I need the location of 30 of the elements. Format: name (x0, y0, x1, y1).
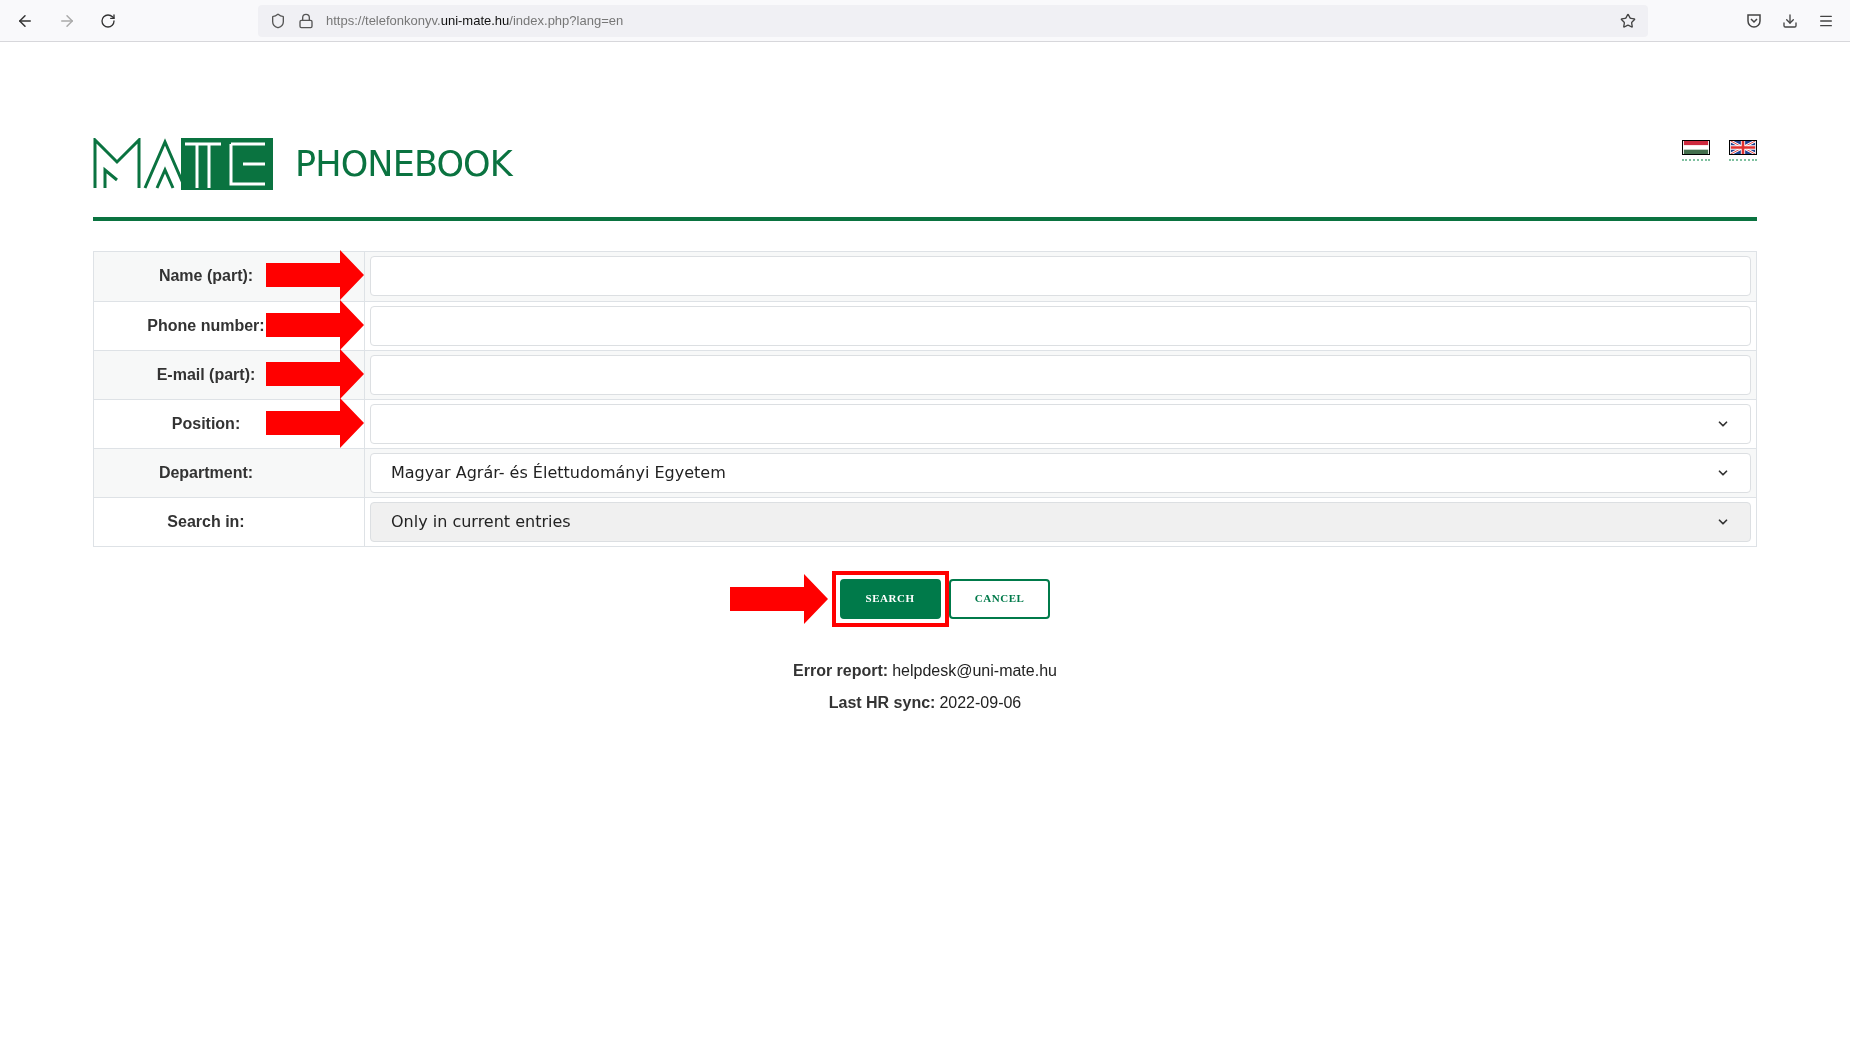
address-bar[interactable]: https://telefonkonyv.uni-mate.hu/index.php?lang=en (258, 4, 1648, 37)
footer-value: helpdesk@uni-mate.hu (892, 660, 1057, 681)
flag-icon[interactable] (1729, 140, 1757, 155)
lock-icon (298, 12, 314, 29)
field-label: Name (part): (158, 266, 254, 286)
text-input-field[interactable] (370, 256, 1751, 296)
text-input-field[interactable] (370, 305, 1751, 346)
field-label: E-mail (part): (156, 364, 256, 385)
footer-label: Last HR sync: (828, 692, 936, 713)
pocket-icon[interactable] (1746, 12, 1762, 29)
footer-label: Error report: (793, 660, 889, 681)
footer-value: 2022-09-06 (939, 692, 1022, 713)
field-label: Department: (158, 462, 254, 483)
field-label: Phone number: (147, 315, 265, 336)
text-input-field[interactable] (370, 354, 1751, 395)
field-label: Search in: (167, 511, 245, 532)
search-button[interactable]: SEARCH (839, 578, 941, 619)
phonebook-title: PHONEBOOK (295, 143, 512, 186)
flag-icon[interactable] (1682, 140, 1710, 155)
download-icon[interactable] (1782, 12, 1798, 29)
shield-icon (270, 12, 286, 29)
dropdown-field[interactable] (370, 403, 1751, 444)
dropdown-field[interactable]: Magyar Agrár- és Élettudományi Egyetem (370, 452, 1751, 493)
dropdown-value: Magyar Agrár- és Élettudományi Egyetem (391, 461, 726, 484)
bookmark-star-icon[interactable] (1620, 12, 1636, 29)
dropdown-value: Only in current entries (391, 510, 571, 533)
url-text: https://telefonkonyv.uni-mate.hu/index.php?lang=en (326, 11, 624, 30)
reload-icon[interactable] (100, 12, 116, 29)
field-label: Position: (171, 413, 241, 434)
cancel-button[interactable]: CANCEL (948, 578, 1051, 619)
